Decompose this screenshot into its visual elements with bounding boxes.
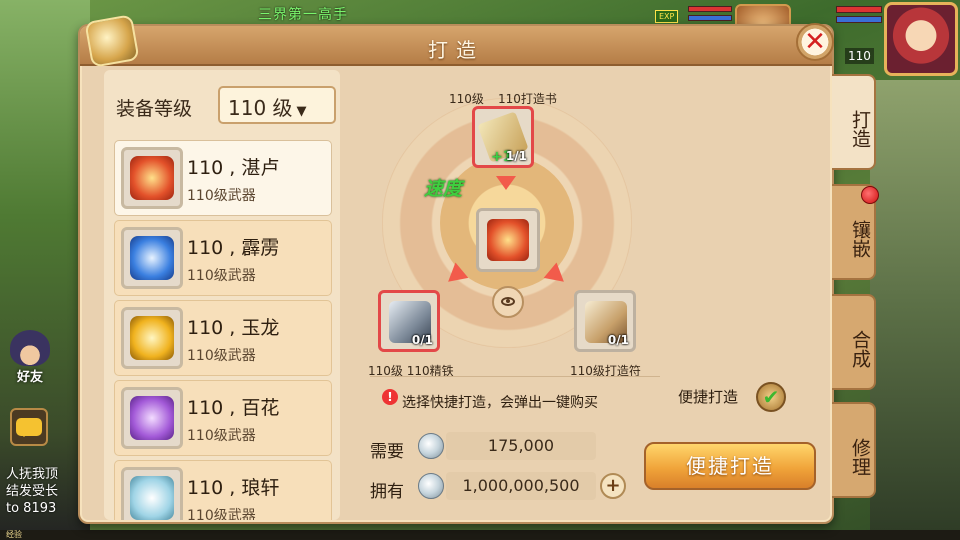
- dropdown-arrow-icon: ▼: [296, 104, 307, 119]
- speed-label: 速度: [424, 178, 463, 200]
- equipment-level-select[interactable]: 110 级 ▼: [218, 86, 336, 124]
- background-scene-left: [0, 0, 90, 540]
- weapon-item[interactable]: 110 , 霹雳 110级武器: [114, 220, 332, 296]
- weapon-thumbnail: [121, 387, 183, 449]
- tab-repair[interactable]: 修理: [832, 402, 876, 498]
- player-avatar[interactable]: [884, 2, 958, 76]
- equipment-level-label: 装备等级: [116, 98, 193, 120]
- weapon-type: 110级武器: [187, 348, 256, 364]
- player-level: 110: [845, 48, 874, 64]
- book-name-caption: 110打造书: [498, 92, 557, 106]
- weapon-type: 110级武器: [187, 428, 256, 444]
- friends-label: 好友: [16, 370, 43, 385]
- flower-whip-icon: [130, 396, 174, 440]
- checkmark-icon: ✔: [762, 385, 780, 409]
- map-title: 三界第一高手: [258, 7, 348, 23]
- weapon-item[interactable]: 110 , 湛卢 110级武器: [114, 140, 332, 216]
- need-amount: 175,000: [446, 432, 596, 460]
- player-status-bars: [836, 6, 882, 26]
- iron-material-slot[interactable]: 0/1: [378, 290, 440, 352]
- jade-ring-icon: [130, 476, 174, 520]
- dialog-header: 打造: [80, 26, 832, 66]
- exp-bar-label: 经验: [6, 530, 22, 539]
- weapon-name: 110 , 霹雳: [187, 237, 280, 259]
- weapon-thumbnail: [121, 227, 183, 289]
- craft-scroll-icon: [84, 14, 140, 68]
- tab-craft[interactable]: 打造: [832, 74, 876, 170]
- divider: [370, 376, 660, 377]
- iron-count: 0/1: [411, 333, 433, 347]
- weapon-thumbnail: [121, 147, 183, 209]
- warning-icon: !: [382, 389, 398, 405]
- exp-badge: EXP: [655, 10, 679, 23]
- quick-craft-checkbox[interactable]: ✔: [756, 382, 786, 412]
- craft-book-slot[interactable]: +1 1/1: [472, 106, 534, 168]
- level-select-value: 110 级: [228, 96, 293, 120]
- weapon-item[interactable]: 110 , 百花 110级武器: [114, 380, 332, 456]
- talisman-material-slot[interactable]: 0/1: [574, 290, 636, 352]
- pet-status-bars: [688, 6, 732, 24]
- weapon-thumbnail: [121, 307, 183, 369]
- have-amount: 1,000,000,500: [446, 472, 596, 500]
- quick-craft-label: 便捷打造: [678, 388, 739, 406]
- weapon-name: 110 , 玉龙: [187, 317, 280, 339]
- friends-avatar-icon: [10, 330, 50, 366]
- jade-dragon-icon: [130, 316, 174, 360]
- eye-icon: [501, 297, 515, 306]
- result-weapon-slot[interactable]: [476, 208, 540, 272]
- lightning-sword-icon: [130, 236, 174, 280]
- add-silver-button[interactable]: +: [600, 473, 626, 499]
- quick-craft-notice: 选择快捷打造，会弹出一键购买: [402, 395, 598, 411]
- chat-line: 结发受长: [6, 484, 59, 499]
- weapon-name: 110 , 琅轩: [187, 477, 280, 499]
- chat-line: to 8193: [6, 501, 57, 516]
- weapon-name: 110 , 百花: [187, 397, 280, 419]
- weapon-item[interactable]: 110 , 玉龙 110级武器: [114, 300, 332, 376]
- need-label: 需要: [370, 442, 404, 462]
- book-level-caption: 110级: [449, 92, 484, 106]
- weapon-thumbnail: [121, 467, 183, 520]
- have-label: 拥有: [370, 482, 404, 502]
- weapon-type: 110级武器: [187, 268, 256, 284]
- talisman-count: 0/1: [607, 333, 629, 347]
- silver-coin-icon: [418, 473, 444, 499]
- weapon-item[interactable]: 110 , 琅轩 110级武器: [114, 460, 332, 520]
- weapon-name: 110 , 湛卢: [187, 157, 280, 179]
- chat-bubble-icon: [16, 418, 42, 437]
- book-count: 1/1: [505, 149, 527, 163]
- weapon-list-panel: 装备等级 110 级 ▼ 110 , 湛卢 110级武器 110 , 霹雳 110…: [104, 70, 340, 520]
- flame-sword-icon: [487, 219, 529, 261]
- chat-log: 人抚我顶 结发受长 to 8193: [6, 466, 80, 517]
- weapon-type: 110级武器: [187, 188, 256, 204]
- notification-dot-icon: [861, 186, 879, 204]
- arrow-down-icon: [496, 176, 516, 190]
- background-scene-right: [870, 80, 960, 540]
- craft-dialog: 打造 ✕ 装备等级 110 级 ▼ 110 , 湛卢 110级武器 110 , 霹…: [78, 14, 834, 524]
- preview-button[interactable]: [492, 286, 524, 318]
- quick-craft-button[interactable]: 便捷打造: [644, 442, 816, 490]
- close-x-icon: ✕: [804, 27, 826, 57]
- dialog-title: 打造: [428, 38, 484, 62]
- silver-coin-icon: [418, 433, 444, 459]
- tab-combine[interactable]: 合成: [832, 294, 876, 390]
- flame-sword-icon: [130, 156, 174, 200]
- friends-button[interactable]: 好友: [8, 330, 52, 388]
- craft-area: 110级 110打造书 +1 1/1 速度 0/1 0/1 110级 110精铁…: [352, 70, 664, 380]
- weapon-type: 110级武器: [187, 508, 256, 520]
- chat-line: 人抚我顶: [6, 467, 59, 482]
- exp-bar: [0, 530, 960, 540]
- chat-button[interactable]: [10, 408, 48, 446]
- weapon-list[interactable]: 110 , 湛卢 110级武器 110 , 霹雳 110级武器 110 , 玉龙…: [114, 140, 332, 520]
- close-button[interactable]: ✕: [796, 23, 834, 61]
